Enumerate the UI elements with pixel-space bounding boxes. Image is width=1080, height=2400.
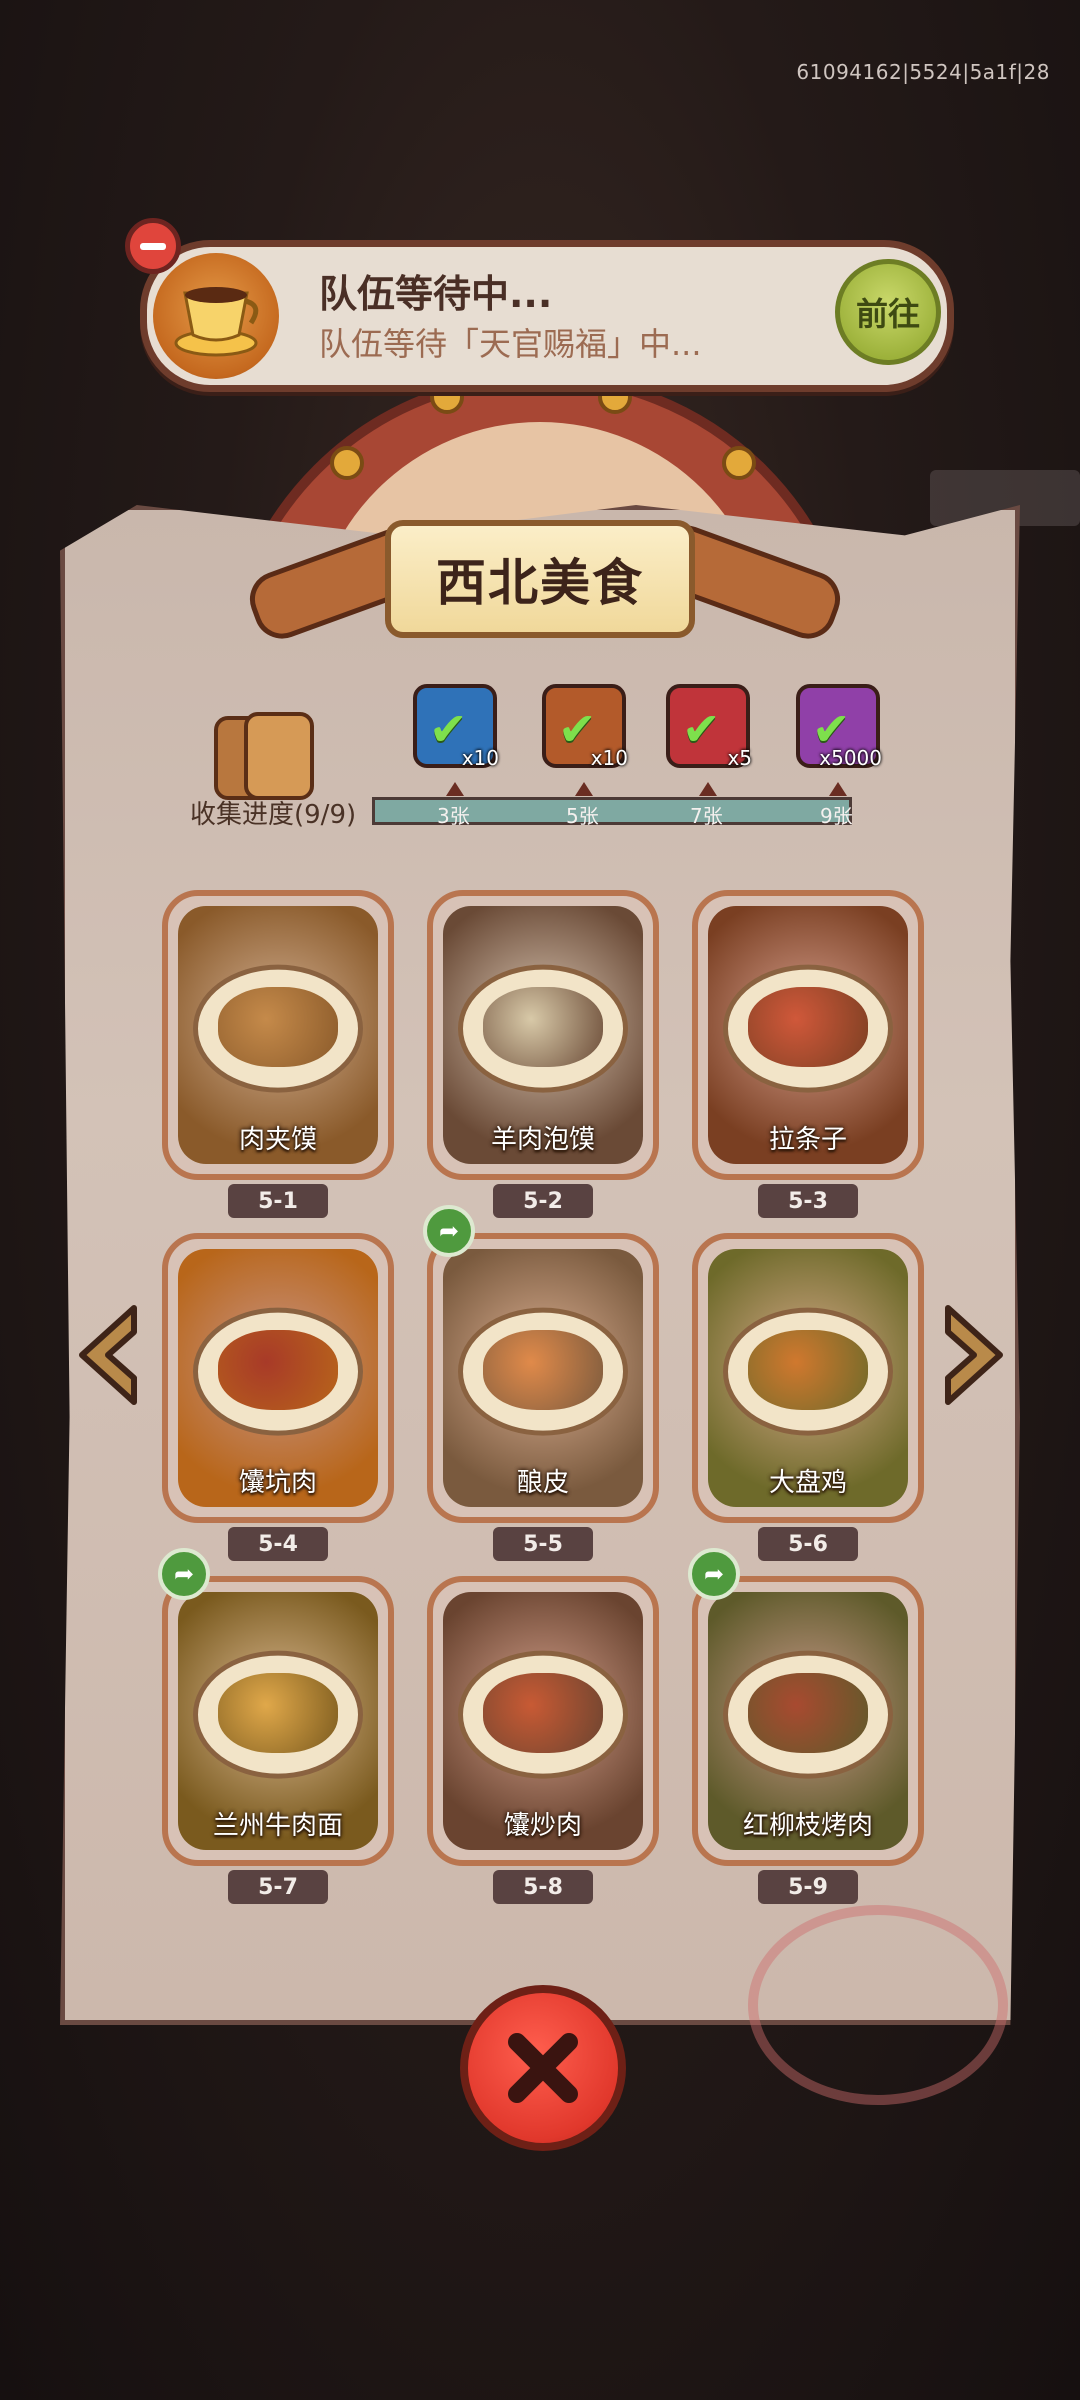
food-card-code: 5-6 [758, 1527, 858, 1561]
reward-count: x10 [461, 746, 499, 770]
reward-count: x10 [590, 746, 628, 770]
dish-icon [483, 1330, 603, 1410]
food-card[interactable]: 肉夹馍 [162, 890, 394, 1180]
food-card-name: 酿皮 [516, 1468, 569, 1498]
food-card-name: 拉条子 [768, 1125, 847, 1155]
treasure-chest-icon[interactable]: ✔ x10 [413, 684, 499, 770]
milestone-marker [446, 782, 464, 796]
food-card-code: 5-1 [228, 1184, 328, 1218]
collection-title-ribbon: 西北美食 [385, 520, 695, 638]
milestone-marker [699, 782, 717, 796]
session-id-text: 61094162|5524|5a1f|28 [796, 60, 1050, 84]
milestone-label: 5张 [566, 804, 599, 828]
food-card-name: 馕炒肉 [503, 1811, 582, 1841]
food-card[interactable]: 馕炒肉 [427, 1576, 659, 1866]
dish-icon [218, 1673, 338, 1753]
team-status-subtitle: 队伍等待「天官赐福」中... [319, 325, 702, 363]
check-icon: ✔ [682, 702, 721, 756]
milestone-label: 3张 [437, 804, 470, 828]
bell-icon [722, 446, 756, 480]
right-arrow-icon[interactable] [940, 1300, 1010, 1410]
milestone-label: 9张 [820, 804, 853, 828]
food-card[interactable]: 酿皮 [427, 1233, 659, 1523]
silver-gem-icon[interactable]: ✔ x5000 [796, 684, 882, 770]
food-card-name: 红柳枝烤肉 [742, 1811, 873, 1841]
food-card-code: 5-9 [758, 1870, 858, 1904]
food-card-code: 5-3 [758, 1184, 858, 1218]
coffee-cup-icon [153, 253, 279, 379]
dish-icon [218, 1330, 338, 1410]
collection-progress-label: 收集进度(9/9) [190, 800, 357, 830]
minus-icon[interactable] [125, 218, 181, 274]
dish-icon [748, 1673, 868, 1753]
reward-count: x5000 [819, 746, 882, 770]
collection-title: 西北美食 [436, 554, 644, 612]
left-arrow-icon[interactable] [72, 1300, 142, 1410]
dish-icon [748, 987, 868, 1067]
food-card[interactable]: 兰州牛肉面 [162, 1576, 394, 1866]
close-button[interactable] [460, 1985, 626, 2151]
food-card-code: 5-4 [228, 1527, 328, 1561]
food-card[interactable]: 大盘鸡 [692, 1233, 924, 1523]
dish-icon [218, 987, 338, 1067]
food-card-name: 羊肉泡馍 [490, 1125, 595, 1155]
reward-count: x5 [727, 746, 752, 770]
purple-orb-icon[interactable]: ✔ x5 [666, 684, 752, 770]
food-card[interactable]: 红柳枝烤肉 [692, 1576, 924, 1866]
share-arrow-icon[interactable]: ➦ [158, 1548, 210, 1600]
team-status-title: 队伍等待中... [319, 272, 553, 316]
share-arrow-icon[interactable]: ➦ [688, 1548, 740, 1600]
food-card-name: 兰州牛肉面 [212, 1811, 343, 1841]
card-deck-icon [214, 712, 314, 800]
stamp-seal [748, 1905, 1008, 2105]
food-card-code: 5-8 [493, 1870, 593, 1904]
milestone-label: 7张 [690, 804, 723, 828]
goto-button[interactable]: 前往 [835, 259, 941, 365]
food-card-code: 5-2 [493, 1184, 593, 1218]
food-card-name: 肉夹馍 [238, 1125, 317, 1155]
dish-icon [748, 1330, 868, 1410]
dish-icon [483, 987, 603, 1067]
food-card[interactable]: 馕坑肉 [162, 1233, 394, 1523]
team-waiting-banner[interactable]: 队伍等待中... 队伍等待「天官赐福」中... 前往 [140, 240, 954, 392]
dish-icon [483, 1673, 603, 1753]
close-x-icon [508, 2033, 578, 2103]
milestone-marker [575, 782, 593, 796]
bell-icon [330, 446, 364, 480]
food-card-name: 大盘鸡 [768, 1468, 847, 1498]
food-card[interactable]: 拉条子 [692, 890, 924, 1180]
scroll-key-icon[interactable]: ✔ x10 [542, 684, 628, 770]
food-card-name: 馕坑肉 [238, 1468, 317, 1498]
food-card-code: 5-7 [228, 1870, 328, 1904]
milestone-marker [829, 782, 847, 796]
share-arrow-icon[interactable]: ➦ [423, 1205, 475, 1257]
food-card-code: 5-5 [493, 1527, 593, 1561]
food-card[interactable]: 羊肉泡馍 [427, 890, 659, 1180]
